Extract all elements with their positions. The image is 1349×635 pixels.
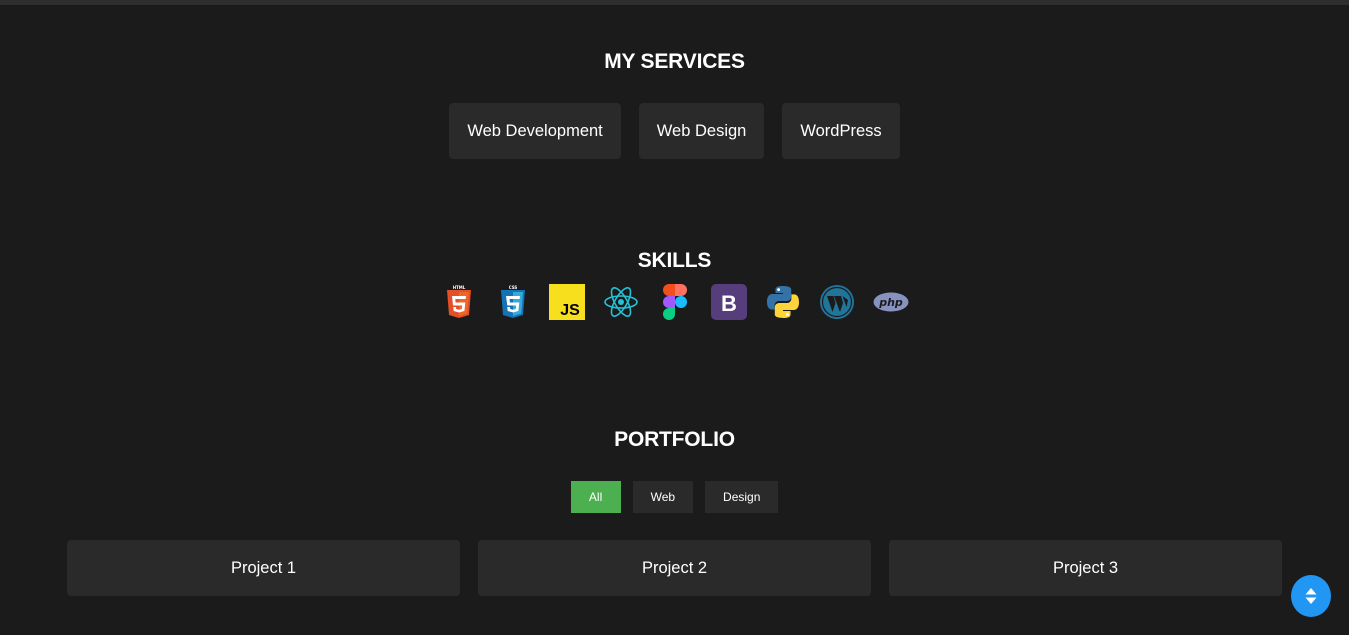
filter-design-button[interactable]: Design bbox=[705, 481, 779, 513]
project-card-2[interactable]: Project 2 bbox=[478, 540, 871, 596]
top-border-strip bbox=[0, 0, 1349, 5]
filter-all-button[interactable]: All bbox=[570, 481, 621, 513]
skills-icons: HTML CSS JS B php bbox=[0, 284, 1349, 320]
javascript-icon: JS bbox=[548, 284, 585, 320]
services-list: Web Development Web Design WordPress bbox=[0, 103, 1349, 159]
service-web-design[interactable]: Web Design bbox=[638, 103, 765, 159]
services-title: MY SERVICES bbox=[604, 50, 745, 73]
wordpress-icon bbox=[819, 284, 855, 320]
skills-title: SKILLS bbox=[637, 249, 712, 272]
sort-arrows-icon bbox=[1305, 588, 1317, 604]
css3-icon: CSS bbox=[495, 284, 531, 320]
react-icon bbox=[603, 284, 639, 320]
python-icon bbox=[765, 284, 801, 320]
svg-text:HTML: HTML bbox=[452, 285, 465, 290]
svg-text:CSS: CSS bbox=[508, 285, 517, 290]
project-card-3[interactable]: Project 3 bbox=[889, 540, 1282, 596]
projects-grid: Project 1 Project 2 Project 3 bbox=[67, 540, 1282, 596]
portfolio-filters: All Web Design bbox=[0, 481, 1349, 513]
html5-icon: HTML bbox=[441, 284, 477, 320]
service-wordpress[interactable]: WordPress bbox=[782, 103, 900, 159]
svg-text:B: B bbox=[721, 291, 737, 316]
svg-text:JS: JS bbox=[560, 302, 580, 319]
php-icon: php bbox=[873, 284, 909, 320]
service-web-development[interactable]: Web Development bbox=[449, 103, 621, 159]
svg-text:php: php bbox=[878, 296, 903, 309]
project-card-1[interactable]: Project 1 bbox=[67, 540, 460, 596]
bootstrap-icon: B bbox=[710, 284, 747, 320]
filter-web-button[interactable]: Web bbox=[632, 481, 694, 513]
scroll-button[interactable] bbox=[1291, 575, 1331, 617]
portfolio-title: PORTFOLIO bbox=[614, 428, 735, 451]
figma-icon bbox=[657, 284, 693, 320]
